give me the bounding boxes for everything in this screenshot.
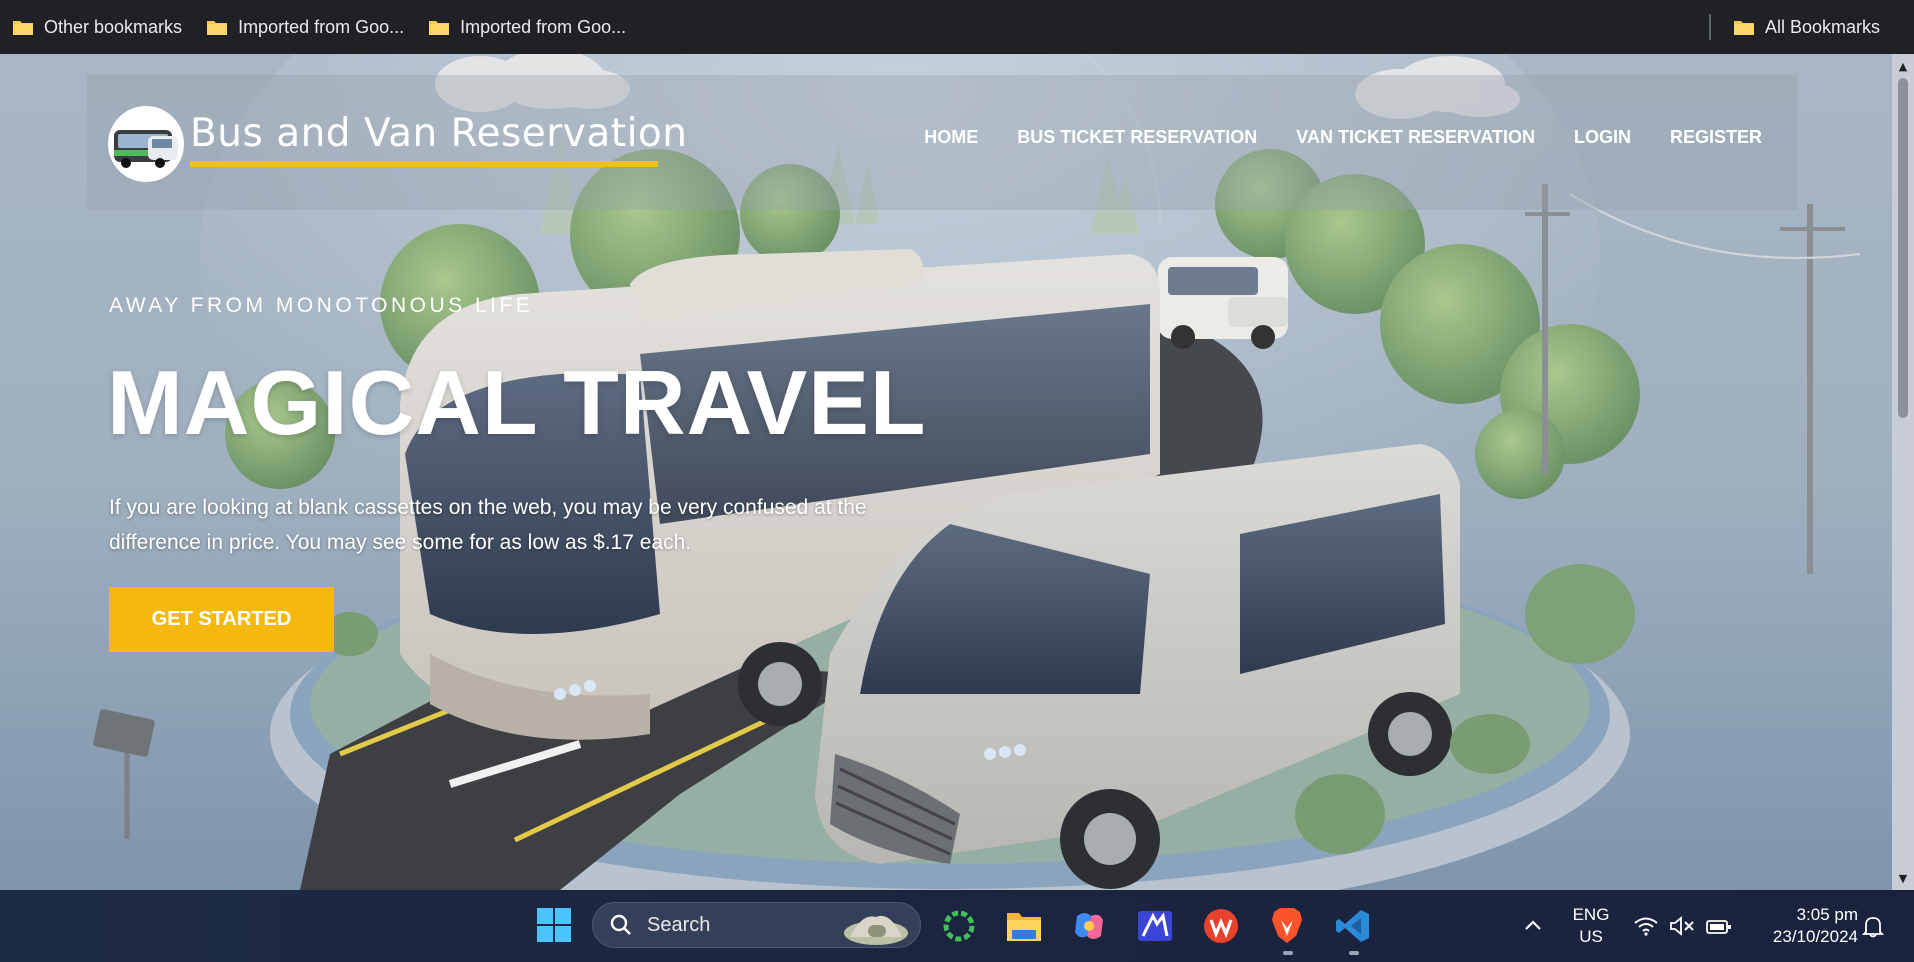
brand-title[interactable]: Bus and Van Reservation [190,111,688,156]
wps-office-icon[interactable] [1202,907,1240,945]
windows-start-icon[interactable] [535,906,573,944]
bookmark-imported-2[interactable]: Imported from Goo... [416,9,638,45]
hero-eyebrow: AWAY FROM MONOTONOUS LIFE [109,294,534,317]
bookmark-label: Imported from Goo... [460,16,627,37]
scroll-down-arrow-icon[interactable]: ▼ [1892,868,1914,888]
bookmark-other[interactable]: Other bookmarks [0,9,194,45]
clock-date: 23/10/2024 [1772,927,1858,946]
folder-icon [1733,19,1755,36]
copilot-icon[interactable] [1070,907,1108,945]
bus-logo-icon [114,130,178,168]
chevron-up-icon[interactable] [1522,912,1544,938]
nav-home[interactable]: HOME [924,127,978,148]
folder-icon [206,19,228,36]
page-scrollbar[interactable]: ▲ ▼ [1892,54,1914,890]
bookmark-label: Imported from Goo... [238,16,405,37]
bookmarks-bar: Other bookmarks Imported from Goo... Imp… [0,0,1914,54]
battery-icon[interactable] [1704,914,1734,938]
file-explorer-icon[interactable] [1005,907,1043,945]
folder-icon [12,19,34,36]
nav-register[interactable]: REGISTER [1670,127,1762,148]
nav-login[interactable]: LOGIN [1574,127,1631,148]
bookmark-label: Other bookmarks [44,16,183,37]
vscode-icon[interactable] [1334,907,1372,945]
scroll-up-arrow-icon[interactable]: ▲ [1892,56,1914,76]
windows-taskbar: Search ENG US 3:05 pm 23/10/2024 [0,890,1914,962]
brave-browser-icon[interactable] [1268,905,1306,945]
scroll-thumb[interactable] [1898,78,1908,418]
page-viewport: ▲ ▼ Bus and Van Reservation HOME BUS TIC… [0,54,1914,890]
site-navbar: Bus and Van Reservation HOME BUS TICKET … [87,75,1797,210]
site-logo[interactable] [108,106,184,182]
get-started-button[interactable]: GET STARTED [109,587,334,652]
bookmarks-divider [1708,14,1711,40]
bookmark-label: All Bookmarks [1764,16,1880,37]
language-line1: ENG [1572,905,1610,924]
language-line2: US [1579,927,1603,946]
clock[interactable]: 3:05 pm 23/10/2024 [1748,904,1858,948]
hero-title: MAGICAL TRAVEL [107,353,927,454]
wifi-icon[interactable] [1632,914,1660,938]
bookmark-imported-1[interactable]: Imported from Goo... [194,9,416,45]
search-icon [610,914,631,935]
taskbar-search[interactable]: Search [592,902,921,948]
green-ring-app-icon[interactable] [940,907,978,945]
speaker-muted-icon[interactable] [1668,914,1696,938]
hero-description: If you are looking at blank cassettes on… [109,496,867,554]
blue-app-icon[interactable] [1136,907,1174,945]
landscape-widget-icon [844,915,908,945]
notification-bell-icon[interactable] [1860,912,1886,940]
main-nav: HOME BUS TICKET RESERVATION VAN TICKET R… [924,127,1762,148]
folder-icon [428,19,450,36]
language-indicator[interactable]: ENG US [1570,904,1612,948]
vscode-running-indicator [1349,951,1359,955]
clock-time: 3:05 pm [1796,905,1858,924]
brave-running-indicator [1283,951,1293,955]
nav-bus-ticket-reservation[interactable]: BUS TICKET RESERVATION [1017,127,1257,148]
brand-underline [190,161,658,167]
search-placeholder: Search [647,913,711,936]
bookmark-all[interactable]: All Bookmarks [1721,9,1892,45]
nav-van-ticket-reservation[interactable]: VAN TICKET RESERVATION [1296,127,1535,148]
